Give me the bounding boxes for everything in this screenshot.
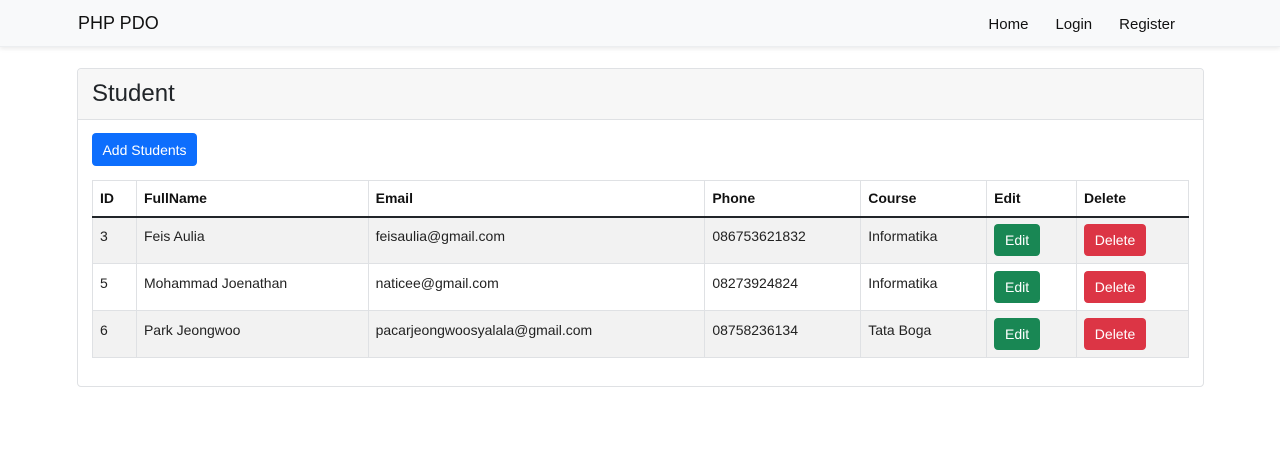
table-row: 3 Feis Aulia feisaulia@gmail.com 0867536… — [92, 216, 1189, 264]
cell-email-text: naticee@gmail.com — [375, 275, 499, 291]
navbar: PHP PDO Home Login Register — [0, 0, 1280, 47]
cell-edit: Edit — [986, 310, 1078, 358]
cell-phone: 08273924824 — [704, 263, 862, 311]
cell-phone: 086753621832 — [704, 216, 862, 264]
cell-fullname: Mohammad Joenathan — [135, 263, 369, 311]
page-title: Student — [92, 80, 175, 107]
cell-delete: Delete — [1076, 216, 1189, 264]
cell-delete: Delete — [1076, 310, 1189, 358]
cell-fullname-text: Mohammad Joenathan — [143, 275, 288, 291]
column-header-id: ID — [92, 180, 137, 218]
cell-course-text: Informatika — [868, 275, 938, 291]
column-header-email: Email — [367, 180, 706, 218]
table-row: 5 Mohammad Joenathan naticee@gmail.com 0… — [92, 263, 1189, 311]
nav-links: Home Login Register — [961, 16, 1175, 33]
edit-button[interactable]: Edit — [994, 224, 1041, 257]
cell-phone: 08758236134 — [704, 310, 862, 358]
cell-id-text: 6 — [100, 322, 108, 338]
cell-course: Informatika — [860, 216, 988, 264]
column-header-delete: Delete — [1076, 180, 1189, 218]
edit-button[interactable]: Edit — [994, 318, 1041, 350]
edit-button[interactable]: Edit — [994, 271, 1041, 303]
cell-fullname: Park Jeongwoo — [135, 310, 369, 358]
cell-id-text: 5 — [100, 275, 108, 291]
cell-delete: Delete — [1076, 263, 1189, 311]
nav-link-login[interactable]: Login — [1055, 16, 1092, 33]
cell-phone-text: 08273924824 — [712, 275, 798, 291]
delete-button[interactable]: Delete — [1084, 271, 1147, 303]
column-header-phone: Phone — [704, 180, 862, 218]
cell-course-text: Informatika — [868, 228, 938, 245]
cell-phone-text: 086753621832 — [712, 228, 806, 245]
cell-course-text: Tata Boga — [868, 322, 932, 338]
column-header-course: Course — [860, 180, 988, 218]
table-header: ID FullName Email Phone Course Edit Dele… — [92, 180, 1189, 218]
cell-id-text: 3 — [100, 228, 108, 245]
student-card: Student Add Students ID FullName Email P… — [77, 68, 1204, 387]
cell-email-text: feisaulia@gmail.com — [375, 228, 505, 245]
delete-button[interactable]: Delete — [1084, 318, 1147, 350]
cell-email: naticee@gmail.com — [367, 263, 706, 311]
cell-email-text: pacarjeongwoosyalala@gmail.com — [375, 322, 593, 338]
nav-link-home[interactable]: Home — [988, 16, 1028, 33]
column-header-edit: Edit — [986, 180, 1078, 218]
table-body: 3 Feis Aulia feisaulia@gmail.com 0867536… — [92, 216, 1189, 358]
cell-id: 3 — [92, 216, 137, 264]
cell-fullname-text: Park Jeongwoo — [143, 322, 241, 338]
add-students-button[interactable]: Add Students — [92, 133, 197, 166]
nav-link-register[interactable]: Register — [1119, 16, 1175, 33]
cell-email: feisaulia@gmail.com — [367, 216, 706, 264]
cell-fullname: Feis Aulia — [135, 216, 369, 264]
delete-button[interactable]: Delete — [1084, 224, 1147, 257]
column-header-fullname: FullName — [135, 180, 369, 218]
card-header: Student — [78, 69, 1203, 120]
cell-email: pacarjeongwoosyalala@gmail.com — [367, 310, 706, 358]
navbar-brand[interactable]: PHP PDO — [78, 13, 159, 34]
cell-course: Tata Boga — [860, 310, 988, 358]
table-header-row: ID FullName Email Phone Course Edit Dele… — [92, 180, 1189, 218]
cell-edit: Edit — [986, 216, 1078, 264]
cell-course: Informatika — [860, 263, 988, 311]
table-row: 6 Park Jeongwoo pacarjeongwoosyalala@gma… — [92, 310, 1189, 358]
cell-edit: Edit — [986, 263, 1078, 311]
students-table: ID FullName Email Phone Course Edit Dele… — [92, 180, 1189, 358]
cell-id: 5 — [92, 263, 137, 311]
cell-id: 6 — [92, 310, 137, 358]
cell-phone-text: 08758236134 — [712, 322, 798, 338]
cell-fullname-text: Feis Aulia — [143, 228, 205, 245]
